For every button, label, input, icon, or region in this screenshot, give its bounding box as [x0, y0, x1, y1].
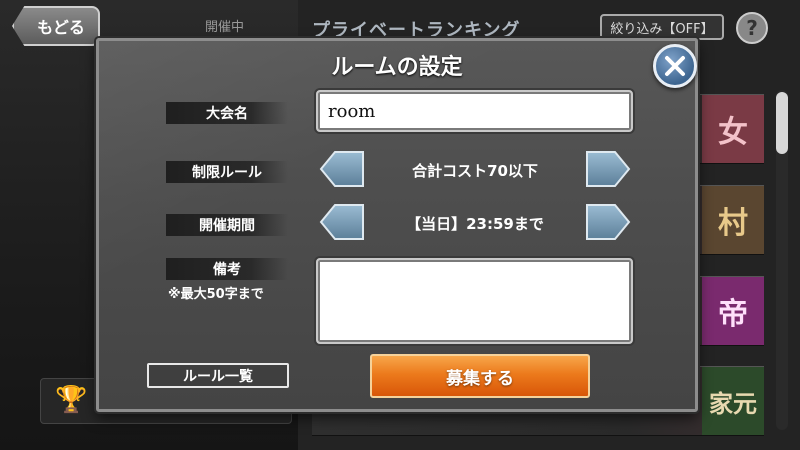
rules-list-button[interactable]: ルール一覧	[147, 363, 289, 388]
restriction-rule-value: 合計コスト70以下	[412, 162, 538, 180]
notes-sublabel: ※最大50字まで	[168, 287, 264, 302]
arrow-right-icon	[586, 151, 631, 187]
dialog-title: ルームの設定	[331, 55, 463, 80]
period-next-button[interactable]	[585, 203, 631, 241]
tournament-name-label: 大会名	[166, 102, 288, 124]
filter-button[interactable]: 絞り込み【OFF】	[600, 14, 724, 40]
arrow-right-icon	[586, 204, 631, 240]
scrollbar-thumb[interactable]	[776, 92, 788, 154]
close-button[interactable]	[653, 44, 697, 88]
card-thumbnail: 村	[702, 186, 764, 254]
trophy-icon: 🏆	[55, 385, 88, 415]
notes-textarea[interactable]	[316, 258, 633, 344]
back-button[interactable]: もどる	[12, 6, 100, 46]
card-thumbnail: 家元	[702, 367, 764, 435]
arrow-left-icon	[319, 204, 364, 240]
period-value: 【当日】23:59まで	[406, 215, 544, 233]
rule-prev-button[interactable]	[319, 150, 365, 188]
tournament-name-input[interactable]: room	[316, 90, 633, 132]
card-thumbnail: 帝	[702, 277, 764, 345]
tab-active[interactable]: 開催中	[205, 16, 285, 38]
close-icon	[665, 56, 685, 76]
help-button[interactable]: ?	[736, 12, 768, 44]
rule-next-button[interactable]	[585, 150, 631, 188]
notes-label: 備考	[166, 258, 288, 280]
period-label: 開催期間	[166, 214, 288, 236]
arrow-left-icon	[319, 151, 364, 187]
period-prev-button[interactable]	[319, 203, 365, 241]
card-thumbnail: 女	[702, 95, 764, 163]
restriction-rule-label: 制限ルール	[166, 161, 288, 183]
recruit-button[interactable]: 募集する	[370, 354, 590, 398]
